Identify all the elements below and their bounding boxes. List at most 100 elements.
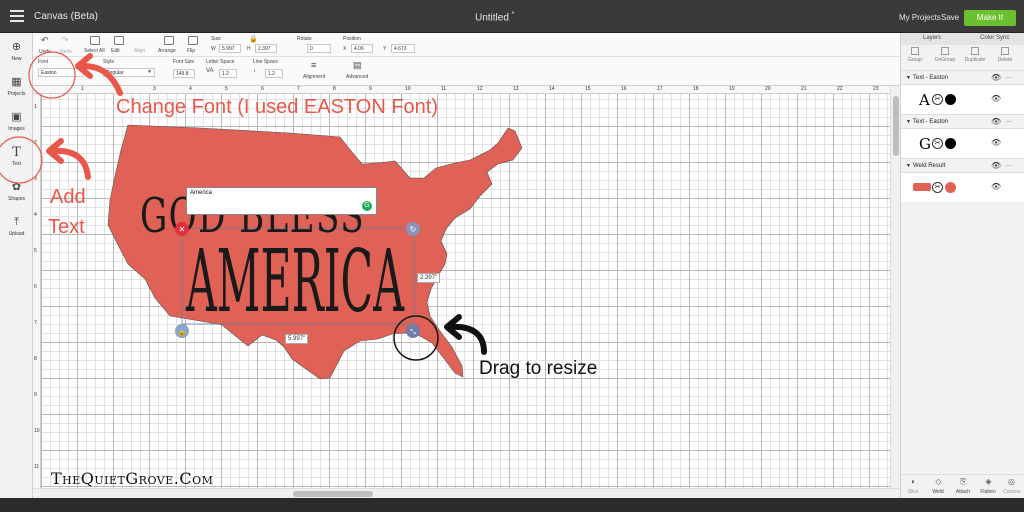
duplicate-button[interactable]: Duplicate <box>961 57 989 63</box>
slice-button[interactable]: Slice <box>901 489 925 495</box>
collapse-icon[interactable]: ▼ <box>906 159 911 173</box>
lock-icon[interactable]: 🔒 <box>249 35 258 43</box>
layer-row[interactable]: ✂ 👁 <box>901 172 1024 202</box>
letter-space-input[interactable]: 1.2 <box>219 69 237 78</box>
vertical-scrollbar[interactable] <box>890 86 900 488</box>
group-icon[interactable] <box>911 47 919 55</box>
text-edit-box[interactable]: America G <box>186 187 377 215</box>
group-button[interactable]: Group <box>901 57 929 63</box>
hide-icon[interactable]: — <box>1006 159 1012 173</box>
ruler-tick-label: 1 <box>81 86 84 92</box>
tab-color-sync[interactable]: Color Sync <box>980 35 1009 41</box>
ruler-tick-label: 14 <box>549 86 555 92</box>
contour-icon[interactable]: ◎ <box>1007 478 1016 486</box>
grammar-check-icon[interactable]: G <box>362 201 372 211</box>
eye-icon[interactable]: 👁 <box>991 115 1001 129</box>
attach-button[interactable]: Attach <box>951 489 975 495</box>
x-input[interactable]: 4.06 <box>351 44 373 53</box>
undo-icon[interactable]: ↶ <box>41 35 49 46</box>
rotate-input[interactable]: 0 <box>307 44 331 53</box>
flatten-button[interactable]: Flatten <box>976 489 1000 495</box>
design-canvas[interactable] <box>33 86 890 488</box>
contour-button[interactable]: Contour <box>1000 489 1024 495</box>
font-size-input[interactable]: 149.8 <box>173 69 195 78</box>
modified-mark: * <box>511 11 515 18</box>
ruler-tick-label: 2 <box>34 140 37 146</box>
sidebar-item-new[interactable]: ⊕ New <box>0 41 33 62</box>
ruler-tick-label: 17 <box>657 86 663 92</box>
flatten-icon[interactable]: ◈ <box>984 478 993 486</box>
select-all-label[interactable]: Select All <box>84 48 105 54</box>
weld-button[interactable]: Weld <box>926 489 950 495</box>
advanced-icon[interactable]: ▤ <box>353 60 362 71</box>
layer-row[interactable]: A ✂ 👁 <box>901 84 1024 114</box>
alignment-label[interactable]: Alignment <box>303 74 325 80</box>
sidebar-item-shapes[interactable]: ✿ Shapes <box>0 181 33 202</box>
y-input[interactable]: 4.673 <box>391 44 415 53</box>
save-link[interactable]: Save <box>941 13 959 22</box>
layer-row[interactable]: G ✂ 👁 <box>901 128 1024 158</box>
make-it-button[interactable]: Make It <box>964 10 1016 26</box>
vertical-scroll-thumb[interactable] <box>893 96 899 156</box>
collapse-icon[interactable]: ▼ <box>906 71 911 85</box>
ruler-tick-label: 5 <box>34 248 37 254</box>
ruler-tick-label: 10 <box>34 428 40 434</box>
operation-icon[interactable]: ✂ <box>932 94 943 105</box>
redo-icon[interactable]: ↷ <box>61 35 69 46</box>
layer-group-header[interactable]: ▼ Weld Result 👁 — <box>901 158 1024 172</box>
ruler-tick-label: 7 <box>297 86 300 92</box>
eye-icon[interactable]: 👁 <box>991 138 1001 147</box>
tab-layers[interactable]: Layers <box>923 35 941 41</box>
weld-icon[interactable]: ◇ <box>934 478 943 486</box>
ruler-tick-label: 22 <box>837 86 843 92</box>
color-swatch[interactable] <box>945 94 956 105</box>
collapse-icon[interactable]: ▼ <box>906 115 911 129</box>
horizontal-scroll-thumb[interactable] <box>293 491 373 497</box>
duplicate-icon[interactable] <box>971 47 979 55</box>
operation-icon[interactable]: ✂ <box>932 138 943 149</box>
arrange-icon[interactable] <box>164 36 174 45</box>
sidebar-item-images[interactable]: ▣ Images <box>0 111 33 132</box>
eye-icon[interactable]: 👁 <box>991 94 1001 103</box>
delete-icon[interactable] <box>1001 47 1009 55</box>
arrange-label[interactable]: Arrange <box>158 48 176 54</box>
flip-icon[interactable] <box>188 36 198 45</box>
sidebar-item-upload[interactable]: ⤒ Upload <box>0 216 33 237</box>
eye-icon[interactable]: 👁 <box>991 159 1001 173</box>
advanced-label[interactable]: Advanced <box>346 74 368 80</box>
sidebar-item-text[interactable]: T Text <box>0 146 33 167</box>
chevron-down-icon: ▼ <box>147 69 152 75</box>
color-swatch[interactable] <box>945 182 956 193</box>
line-space-input[interactable]: 1.2 <box>265 69 283 78</box>
layer-group-header[interactable]: ▼ Text - Easton 👁 — <box>901 70 1024 84</box>
ruler-tick-label: 1 <box>34 104 37 110</box>
attach-icon[interactable]: ⎘ <box>959 478 968 486</box>
document-title: Untitled * <box>475 11 514 23</box>
hide-icon[interactable]: — <box>1006 115 1012 129</box>
hide-icon[interactable]: — <box>1006 71 1012 85</box>
slice-icon[interactable]: ◐ <box>909 478 918 486</box>
width-input[interactable]: 5.997 <box>219 44 241 53</box>
flip-label[interactable]: Flip <box>187 48 195 54</box>
edit-icon[interactable] <box>114 36 124 45</box>
eye-icon[interactable]: 👁 <box>991 182 1001 191</box>
ungroup-button[interactable]: UnGroup <box>931 57 959 63</box>
layer-group-header[interactable]: ▼ Text - Easton 👁 — <box>901 114 1024 128</box>
menu-icon[interactable] <box>10 10 24 22</box>
font-select[interactable]: Easton <box>38 68 84 77</box>
edit-label[interactable]: Edit <box>111 48 120 54</box>
ungroup-icon[interactable] <box>941 47 949 55</box>
select-all-icon[interactable] <box>90 36 100 45</box>
color-swatch[interactable] <box>945 138 956 149</box>
change-font-annotation: Change Font (I used EASTON Font) <box>116 96 439 118</box>
eye-icon[interactable]: 👁 <box>991 71 1001 85</box>
delete-button[interactable]: Delete <box>991 57 1019 63</box>
plus-icon: ⊕ <box>11 41 22 53</box>
horizontal-scrollbar[interactable] <box>33 488 900 498</box>
operation-icon[interactable]: ✂ <box>932 182 943 193</box>
sidebar-item-projects[interactable]: ▦ Projects <box>0 76 33 97</box>
height-input[interactable]: 2.397 <box>255 44 277 53</box>
my-projects-link[interactable]: My Projects <box>899 13 941 22</box>
alignment-icon[interactable]: ≡ <box>311 60 316 70</box>
align-label[interactable]: Align <box>134 48 145 54</box>
